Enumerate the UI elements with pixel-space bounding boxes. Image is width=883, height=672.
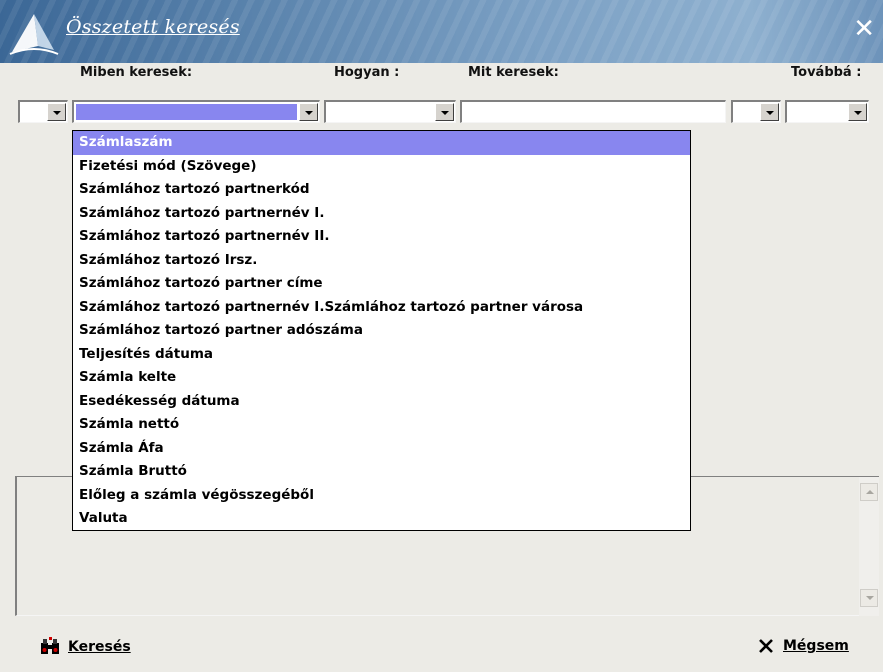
close-icon[interactable]: ✕ <box>853 14 875 44</box>
header-hogyan: Hogyan : <box>334 65 400 80</box>
chevron-down-icon[interactable] <box>47 103 66 121</box>
dropdown-option[interactable]: Előleg a számla végösszegéből <box>73 484 690 508</box>
continue-combo[interactable] <box>785 100 869 123</box>
dropdown-option[interactable]: Számlához tartozó partnernév II. <box>73 225 690 249</box>
search-value-input[interactable] <box>460 100 726 123</box>
chevron-down-icon[interactable] <box>848 103 867 121</box>
chevron-down-icon[interactable] <box>760 103 779 121</box>
cancel-button[interactable]: Mégsem <box>757 637 849 655</box>
field-select-combo[interactable] <box>72 100 320 123</box>
header-miben: Miben keresek: <box>80 65 193 80</box>
cancel-label-text: Mégsem <box>783 638 849 654</box>
dropdown-option[interactable]: Számla Bruttó <box>73 460 690 484</box>
close-icon <box>759 639 773 653</box>
vertical-scrollbar[interactable] <box>859 477 879 616</box>
dropdown-option[interactable]: Számla Áfa <box>73 437 690 461</box>
field-select-value <box>76 104 297 120</box>
search-button-label: Keresés <box>68 639 131 655</box>
chevron-down-icon[interactable] <box>435 103 454 121</box>
dropdown-option[interactable]: Számlaszám <box>73 131 690 155</box>
app-logo-icon <box>9 14 59 55</box>
dropdown-option[interactable]: Esedékesség dátuma <box>73 390 690 414</box>
dropdown-option[interactable]: Számlához tartozó partner címe <box>73 272 690 296</box>
cancel-button-label: Mégsem <box>783 638 849 654</box>
dropdown-option[interactable]: Valuta <box>73 507 690 531</box>
dropdown-option[interactable]: Számla nettó <box>73 413 690 437</box>
dropdown-option[interactable]: Teljesítés dátuma <box>73 343 690 367</box>
bracket-close-combo[interactable] <box>731 100 781 123</box>
search-button[interactable]: Keresés <box>40 637 131 657</box>
binoculars-icon <box>41 637 59 654</box>
dropdown-option[interactable]: Számlához tartozó partnernév I.Számlához… <box>73 296 690 320</box>
chevron-down-icon[interactable] <box>299 103 318 121</box>
header-mit: Mit keresek: <box>468 65 559 80</box>
field-dropdown-list[interactable]: Számlaszám Fizetési mód (Szövege) Számláho… <box>72 130 691 531</box>
dropdown-option[interactable]: Számla kelte <box>73 366 690 390</box>
scroll-up-icon[interactable] <box>860 483 878 501</box>
search-label-text: Keresés <box>68 639 131 655</box>
bracket-open-combo[interactable] <box>18 100 68 123</box>
window-title: Összetett keresés <box>66 16 240 38</box>
scroll-down-icon[interactable] <box>860 589 878 607</box>
operator-combo[interactable] <box>324 100 456 123</box>
header-tovabba: Továbbá : <box>791 65 862 80</box>
title-bar: Összetett keresés ✕ <box>0 0 883 63</box>
dropdown-option[interactable]: Számlához tartozó Irsz. <box>73 249 690 273</box>
dropdown-option[interactable]: Fizetési mód (Szövege) <box>73 155 690 179</box>
dropdown-option[interactable]: Számlához tartozó partnernév I. <box>73 202 690 226</box>
dropdown-option[interactable]: Számlához tartozó partnerkód <box>73 178 690 202</box>
dropdown-option[interactable]: Számlához tartozó partner adószáma <box>73 319 690 343</box>
